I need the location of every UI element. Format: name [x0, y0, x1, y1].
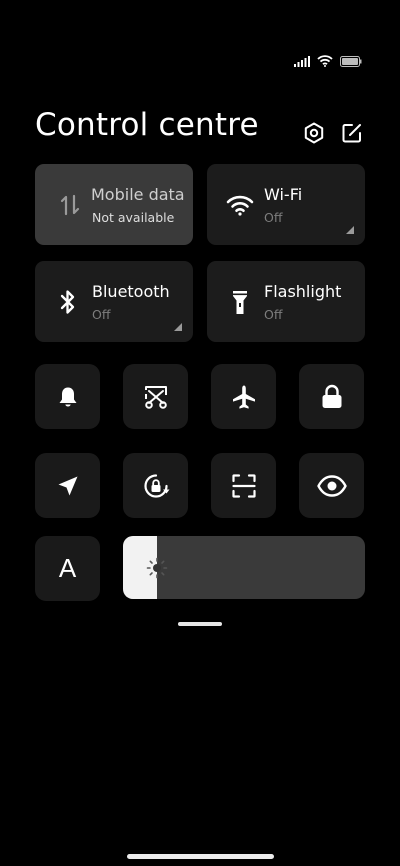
- wifi-icon: [317, 55, 333, 67]
- tile-label: Flashlight: [264, 282, 342, 301]
- bell-icon: [59, 387, 76, 407]
- status-bar: [294, 55, 362, 67]
- tile-status: Not available: [92, 210, 175, 225]
- lock-icon: [322, 384, 341, 408]
- settings-button[interactable]: [301, 120, 327, 146]
- font-size-button[interactable]: A: [35, 536, 100, 601]
- tile-status: Off: [264, 210, 283, 225]
- tile-bluetooth[interactable]: Bluetooth Off: [35, 261, 193, 342]
- font-size-icon: A: [58, 553, 77, 583]
- battery-icon: [340, 55, 362, 67]
- tile-location[interactable]: [35, 453, 100, 518]
- tile-scanner[interactable]: [211, 453, 276, 518]
- expand-indicator-icon[interactable]: [174, 323, 182, 331]
- tile-reading-mode[interactable]: [299, 453, 364, 518]
- page-title: Control centre: [35, 107, 259, 143]
- tile-wifi[interactable]: Wi-Fi Off: [207, 164, 365, 245]
- home-indicator[interactable]: [127, 854, 274, 859]
- tile-flashlight[interactable]: Flashlight Off: [207, 261, 365, 342]
- tile-label: Bluetooth: [92, 282, 170, 301]
- flashlight-icon: [225, 287, 255, 317]
- location-arrow-icon: [58, 476, 77, 495]
- eye-icon: [316, 474, 347, 497]
- tile-status: Off: [264, 307, 283, 322]
- wifi-icon: [225, 190, 255, 220]
- tile-airplane[interactable]: [211, 364, 276, 429]
- airplane-icon: [232, 385, 255, 409]
- tile-status: Off: [92, 307, 111, 322]
- scan-icon: [231, 473, 256, 498]
- tile-lock-screen[interactable]: [299, 364, 364, 429]
- edit-icon: [342, 124, 361, 143]
- tile-label: Wi-Fi: [264, 185, 303, 204]
- brightness-slider[interactable]: [123, 536, 365, 599]
- bluetooth-icon: [53, 287, 83, 317]
- expand-indicator-icon[interactable]: [346, 226, 354, 234]
- scissors-icon: [144, 385, 167, 409]
- signal-icon: [294, 55, 310, 67]
- drag-handle[interactable]: [178, 622, 222, 626]
- tile-rotation-lock[interactable]: [123, 453, 188, 518]
- settings-icon: [304, 122, 324, 144]
- rotation-lock-icon: [143, 473, 169, 498]
- tile-label: Mobile data: [91, 185, 185, 204]
- edit-button[interactable]: [339, 120, 365, 146]
- tile-mobile-data[interactable]: Mobile data Not available: [35, 164, 193, 245]
- sun-icon: [146, 557, 168, 579]
- tile-silent[interactable]: [35, 364, 100, 429]
- tile-screenshot[interactable]: [123, 364, 188, 429]
- data-transfer-icon: [55, 190, 85, 220]
